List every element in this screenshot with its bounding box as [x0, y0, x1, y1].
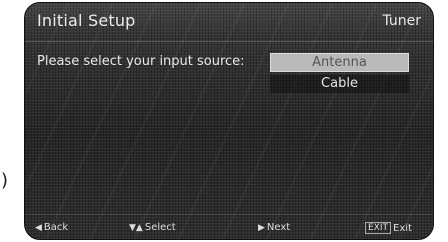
- section-label: Tuner: [382, 13, 421, 29]
- exit-key-icon: EXIT: [365, 222, 392, 234]
- input-source-prompt: Please select your input source:: [37, 54, 245, 69]
- page-title: Initial Setup: [37, 11, 136, 30]
- right-arrow-icon: ▶: [258, 222, 265, 233]
- header-bar: Initial Setup Tuner: [25, 3, 433, 42]
- stray-character: ): [1, 170, 9, 191]
- option-cable[interactable]: Cable: [270, 75, 409, 93]
- select-hint[interactable]: ▼▲ Select: [129, 222, 176, 233]
- exit-label: Exit: [393, 222, 412, 234]
- select-label: Select: [144, 222, 176, 233]
- back-hint[interactable]: ◀ Back: [35, 222, 68, 233]
- footer-bar: ◀ Back ▼▲ Select ▶ Next EXIT Exit: [25, 214, 433, 239]
- next-label: Next: [266, 222, 291, 233]
- left-arrow-icon: ◀: [35, 222, 42, 233]
- input-source-list: Antenna Cable: [270, 53, 409, 96]
- back-label: Back: [43, 222, 69, 233]
- next-hint[interactable]: ▶ Next: [258, 222, 290, 233]
- exit-hint[interactable]: EXIT Exit: [365, 222, 412, 234]
- up-down-arrow-icon: ▼▲: [129, 222, 143, 233]
- tv-setup-screen: Initial Setup Tuner Please select your i…: [24, 2, 434, 240]
- option-antenna[interactable]: Antenna: [270, 53, 409, 72]
